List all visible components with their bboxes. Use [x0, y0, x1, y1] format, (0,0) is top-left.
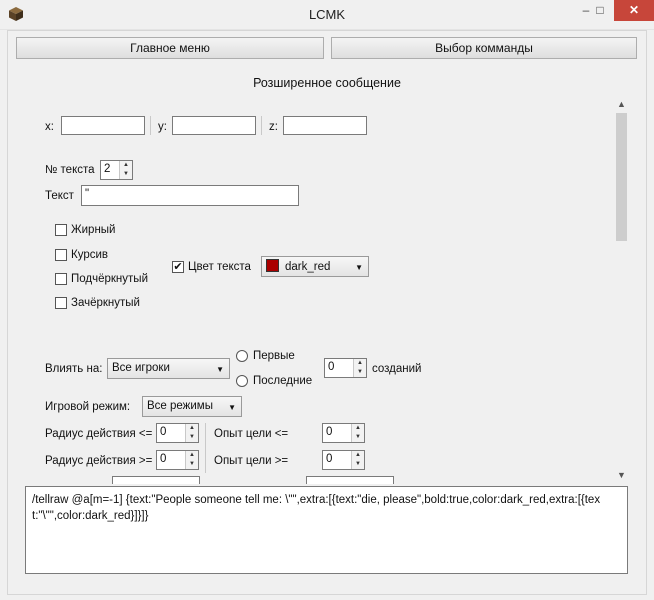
affect-value: Все игроки: [112, 362, 170, 374]
italic-label: Курсив: [71, 249, 108, 261]
stepper-arrows[interactable]: ▲ ▼: [185, 424, 198, 442]
xp-min-label: Опыт цели >=: [214, 455, 289, 467]
title-bar: LCMK – □ ✕: [0, 0, 654, 30]
arrow-down-icon: ▼: [189, 461, 195, 467]
text-color-checkbox[interactable]: ✔: [172, 261, 184, 273]
arrow-up-icon: ▲: [355, 425, 361, 431]
main-menu-button[interactable]: Главное меню: [16, 37, 324, 59]
first-radio[interactable]: [236, 350, 248, 362]
text-number-value: 2: [104, 163, 111, 175]
command-select-button[interactable]: Выбор комманды: [331, 37, 637, 59]
divider: [150, 116, 151, 135]
xp-max-label: Опыт цели <=: [214, 428, 289, 440]
arrow-down-icon: ▼: [355, 434, 361, 440]
partial-field[interactable]: [112, 476, 200, 484]
text-label: Текст: [45, 190, 74, 202]
italic-checkbox[interactable]: [55, 249, 67, 261]
gamemode-label: Игровой режим:: [45, 401, 131, 413]
radius-max-stepper[interactable]: 0 ▲ ▼: [156, 423, 199, 443]
underline-label: Подчёркнутый: [71, 273, 148, 285]
page-title: Розширенное сообщение: [253, 76, 401, 90]
arrow-up-icon: ▲: [357, 360, 363, 366]
strikethrough-checkbox[interactable]: [55, 297, 67, 309]
bold-label: Жирный: [71, 224, 116, 236]
divider: [205, 423, 206, 473]
gamemode-value: Все режимы: [147, 400, 213, 412]
created-label: созданий: [372, 363, 422, 375]
first-label: Первые: [253, 350, 295, 362]
arrow-up-icon: ▲: [123, 162, 129, 168]
x-label: x:: [45, 121, 54, 133]
xp-max-value: 0: [326, 426, 333, 438]
arrow-up-icon: ▲: [189, 425, 195, 431]
partial-field[interactable]: [306, 476, 394, 484]
scroll-thumb[interactable]: [616, 113, 627, 241]
x-field[interactable]: [61, 116, 145, 135]
radius-min-value: 0: [160, 453, 167, 465]
stepper-arrows[interactable]: ▲ ▼: [119, 161, 132, 179]
text-color-label: Цвет текста: [188, 261, 251, 273]
arrow-down-icon: ▼: [189, 434, 195, 440]
stepper-arrows[interactable]: ▲ ▼: [185, 451, 198, 469]
maximize-button[interactable]: □: [586, 0, 614, 21]
affect-label: Влиять на:: [45, 363, 103, 375]
color-swatch: [266, 259, 279, 272]
arrow-down-icon: ▼: [123, 171, 129, 177]
arrow-down-icon: ▼: [355, 461, 361, 467]
divider: [261, 116, 262, 135]
affect-select[interactable]: Все игроки ▼: [107, 358, 230, 379]
scroll-down-icon[interactable]: ▼: [613, 467, 630, 484]
arrow-up-icon: ▲: [189, 452, 195, 458]
count-stepper[interactable]: 0 ▲ ▼: [324, 358, 367, 378]
text-color-value: dark_red: [285, 261, 331, 273]
arrow-up-icon: ▲: [355, 452, 361, 458]
y-field[interactable]: [172, 116, 256, 135]
xp-min-stepper[interactable]: 0 ▲ ▼: [322, 450, 365, 470]
text-color-select[interactable]: dark_red ▼: [261, 256, 369, 277]
last-label: Последние: [253, 375, 313, 387]
close-button[interactable]: ✕: [614, 0, 654, 21]
radius-max-value: 0: [160, 426, 167, 438]
stepper-arrows[interactable]: ▲ ▼: [353, 359, 366, 377]
y-label: y:: [158, 121, 167, 133]
text-number-label: № текста: [45, 164, 95, 176]
radius-min-stepper[interactable]: 0 ▲ ▼: [156, 450, 199, 470]
chevron-down-icon: ▼: [228, 403, 236, 412]
arrow-down-icon: ▼: [357, 369, 363, 375]
last-radio[interactable]: [236, 375, 248, 387]
gamemode-select[interactable]: Все режимы ▼: [142, 396, 242, 417]
stepper-arrows[interactable]: ▲ ▼: [351, 424, 364, 442]
command-output[interactable]: /tellraw @a[m=-1] {text:"People someone …: [25, 486, 628, 574]
xp-min-value: 0: [326, 453, 333, 465]
chevron-down-icon: ▼: [216, 365, 224, 374]
chevron-down-icon: ▼: [355, 263, 363, 272]
stepper-arrows[interactable]: ▲ ▼: [351, 451, 364, 469]
xp-max-stepper[interactable]: 0 ▲ ▼: [322, 423, 365, 443]
underline-checkbox[interactable]: [55, 273, 67, 285]
scroll-up-icon[interactable]: ▲: [613, 96, 630, 113]
z-label: z:: [269, 121, 278, 133]
bold-checkbox[interactable]: [55, 224, 67, 236]
z-field[interactable]: [283, 116, 367, 135]
count-value: 0: [328, 361, 335, 373]
text-number-stepper[interactable]: 2 ▲ ▼: [100, 160, 133, 180]
radius-min-label: Радиус действия >=: [45, 455, 153, 467]
text-field[interactable]: ": [81, 185, 299, 206]
window-title: LCMK: [308, 7, 346, 22]
radius-max-label: Радиус действия <=: [45, 428, 153, 440]
strikethrough-label: Зачёркнутый: [71, 297, 140, 309]
vertical-scrollbar[interactable]: ▲ ▼: [613, 96, 630, 484]
